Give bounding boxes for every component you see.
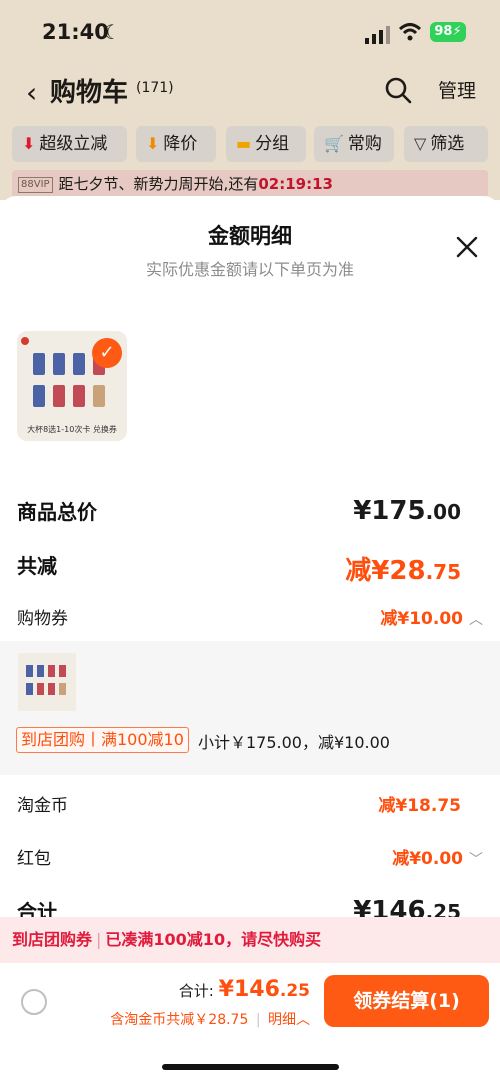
- row-sum: 合计 ¥146.25: [17, 896, 483, 918]
- checkout-button[interactable]: 领券结算(1): [324, 975, 489, 1027]
- vip-badge: 88VIP: [18, 177, 53, 193]
- search-icon[interactable]: [384, 76, 412, 104]
- row-taojinbi: 淘金币 减¥18.75: [17, 791, 483, 821]
- coupon-notice-bar: 到店团购券 | 已凑满100减10，请尽快购买: [0, 917, 500, 963]
- checkout-total-label: 合计:: [178, 982, 214, 1000]
- cart-navbar: ‹ 购物车 (171) 管理: [0, 68, 500, 112]
- red-packet-value: 减¥0.00 ﹀: [392, 844, 483, 869]
- checkmark-icon[interactable]: ✓: [92, 338, 122, 368]
- product-caption: 大杯8选1-10次卡 兑换券: [27, 425, 117, 434]
- filter-chip-label: 筛选: [430, 134, 465, 154]
- coupon-product-thumbnail: [18, 653, 76, 711]
- cart-icon: 🛒: [324, 134, 344, 153]
- shopping-coupon-amount: 减¥10.00: [380, 609, 463, 629]
- filter-chip-frequent[interactable]: 🛒 常购: [314, 126, 394, 162]
- total-discount-label: 共减: [17, 554, 57, 578]
- separator: |: [255, 1012, 261, 1028]
- checkout-total: 合计: ¥146.25: [179, 977, 310, 1002]
- checkout-total-dec: .25: [279, 981, 310, 1001]
- taojinbi-label: 淘金币: [17, 796, 68, 816]
- filter-chip-label: 分组: [255, 134, 290, 154]
- status-time: 21:40: [42, 20, 109, 44]
- chevron-down-icon[interactable]: ﹀: [469, 849, 483, 869]
- arrow-down-icon: ⬇: [146, 134, 160, 153]
- row-red-packet[interactable]: 红包 减¥0.00 ﹀: [17, 844, 483, 874]
- coupon-detail-panel: 到店团购丨满100减10 小计￥175.00，减¥10.00: [0, 641, 500, 775]
- filter-chip-label: 常购: [347, 134, 382, 154]
- arrow-down-icon: ⬇: [22, 134, 36, 153]
- filter-chips: ⬇ 超级立减 ⬇ 降价 ▬ 分组 🛒 常购 ▽ 筛选: [0, 126, 500, 164]
- total-discount-dec: .75: [425, 560, 461, 584]
- total-price-dec: .00: [425, 500, 461, 524]
- row-total-price: 商品总价 ¥175.00: [17, 496, 483, 530]
- red-packet-label: 红包: [17, 849, 51, 869]
- notice-text: 已凑满100减10，请尽快购买: [105, 930, 322, 949]
- sum-value: ¥146.25: [353, 896, 461, 918]
- row-total-discount: 共减 减¥28.75: [17, 550, 483, 587]
- promo-countdown-bar: 88VIP 距七夕节、新势力周开始,还有02:19:13: [12, 170, 488, 198]
- total-price-label: 商品总价: [17, 500, 97, 524]
- chevron-up-icon: ︿: [296, 1012, 310, 1028]
- coupon-subtotal: 小计￥175.00，减¥10.00: [198, 733, 390, 752]
- battery-icon: 98⚡: [430, 22, 466, 42]
- filter-chip-label: 降价: [163, 134, 198, 154]
- promo-timer: 02:19:13: [258, 175, 333, 193]
- manage-button[interactable]: 管理: [438, 76, 476, 103]
- sum-int: ¥146: [353, 896, 426, 918]
- row-shopping-coupon[interactable]: 购物券 减¥10.00 ︿: [17, 604, 483, 634]
- status-bar: 21:40 ☾ 98⚡: [0, 18, 500, 52]
- signal-icon: [365, 26, 390, 44]
- notice-separator: |: [96, 930, 102, 949]
- battery-level: 98: [434, 24, 453, 39]
- total-discount-value: 减¥28.75: [345, 550, 461, 587]
- filter-chip-label: 超级立减: [39, 134, 108, 154]
- checkout-total-amount: ¥146.25: [219, 977, 310, 1002]
- moon-icon: ☾: [103, 20, 121, 44]
- red-packet-amount: 减¥0.00: [392, 849, 463, 869]
- filter-icon: ▽: [414, 134, 427, 153]
- filter-chip-group[interactable]: ▬ 分组: [226, 126, 306, 162]
- checkout-total-int: ¥146: [218, 977, 280, 1002]
- coupon-tag: 到店团购丨满100减10: [16, 727, 189, 753]
- back-chevron-icon[interactable]: ‹: [26, 76, 37, 109]
- notice-title: 到店团购券: [12, 930, 93, 949]
- total-price-int: ¥175: [353, 496, 426, 526]
- total-discount-int: 减¥28: [345, 556, 426, 586]
- close-icon[interactable]: [456, 236, 478, 258]
- filter-chip-filter[interactable]: ▽ 筛选: [404, 126, 488, 162]
- brand-logo-icon: [21, 337, 29, 345]
- filter-chip-price-drop[interactable]: ⬇ 降价: [136, 126, 216, 162]
- chevron-up-icon[interactable]: ︿: [469, 609, 483, 629]
- shopping-coupon-label: 购物券: [17, 609, 68, 629]
- checkout-savings[interactable]: 含淘金币共减￥28.75 | 明细︿: [110, 1009, 310, 1029]
- cups-image: [26, 665, 66, 695]
- taojinbi-value: 减¥18.75: [378, 796, 461, 816]
- wifi-icon: [399, 23, 421, 41]
- sum-dec: .25: [425, 900, 461, 918]
- checkout-bar: 合计: ¥146.25 含淘金币共减￥28.75 | 明细︿ 领券结算(1): [0, 963, 500, 1041]
- promo-text: 距七夕节、新势力周开始,还有: [58, 175, 259, 193]
- total-price-value: ¥175.00: [353, 496, 461, 526]
- home-indicator: [162, 1064, 339, 1070]
- page-title: 购物车: [50, 78, 129, 108]
- folder-icon: ▬: [236, 134, 252, 153]
- select-all-radio[interactable]: [21, 989, 47, 1015]
- detail-link[interactable]: 明细: [268, 1012, 296, 1028]
- checkout-savings-text: 含淘金币共减￥28.75: [110, 1012, 249, 1028]
- sum-label: 合计: [17, 900, 57, 918]
- sheet-subtitle: 实际优惠金额请以下单页为准: [145, 260, 354, 279]
- shopping-coupon-value: 减¥10.00 ︿: [380, 604, 483, 629]
- filter-chip-super-discount[interactable]: ⬇ 超级立减: [12, 126, 127, 162]
- sheet-title: 金额明细: [208, 224, 292, 248]
- cart-count: (171): [136, 80, 174, 96]
